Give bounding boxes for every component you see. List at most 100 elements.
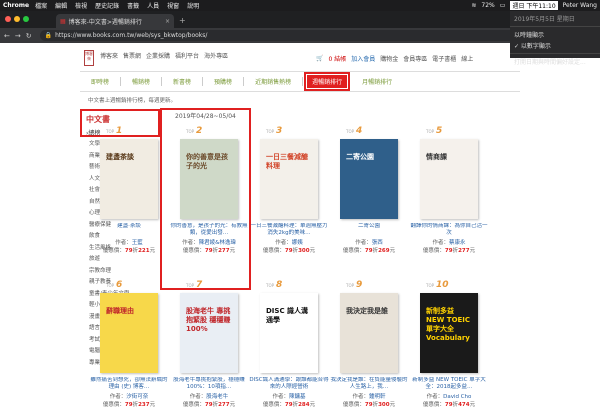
menu-file[interactable]: 檔案 [35, 1, 47, 10]
sidebar-heading[interactable]: 中文書 [86, 114, 158, 125]
subnav-monthly[interactable]: 月暢銷排行 [351, 77, 403, 86]
shopping-credit-link[interactable]: 購物金 [380, 54, 398, 63]
book-title[interactable]: 我決定我是誰：在負能量侵襲的人生路上，我… [329, 377, 409, 391]
ranking-subnav: 即時榜 暢銷榜 新書榜 預購榜 近期銷售熱榜 週暢銷排行 月暢銷排行 [80, 71, 520, 91]
ebook-shelf-link[interactable]: 電子書櫃 [432, 54, 456, 63]
rank-label: TOP [106, 129, 115, 134]
update-note: ，每週更新。 [143, 98, 177, 104]
battery-text[interactable]: 72% [481, 2, 494, 9]
book-price: 優惠價：79折300元 [249, 246, 329, 254]
menu-edit[interactable]: 編輯 [55, 1, 67, 10]
cover-text: 二寄公園 [346, 153, 374, 161]
book-price: 優惠價：79折221元 [89, 246, 169, 254]
site-logo[interactable]: 博客來 [84, 50, 94, 66]
new-tab-icon[interactable]: + [179, 16, 186, 25]
menubar-clock[interactable]: 週日 下午11:10 [510, 1, 558, 10]
book-title[interactable]: DISC識人溝通學：跟誰都能合得來的人際經營術 [249, 377, 329, 391]
minimize-window-icon[interactable] [14, 16, 20, 22]
wifi-icon[interactable]: ≋ [471, 2, 476, 9]
book-cover[interactable]: 二寄公園 [340, 139, 398, 219]
discount: 79 [444, 402, 453, 408]
menu-window[interactable]: 視窗 [167, 1, 179, 10]
book-author: 作者：鍾明軒 [329, 392, 409, 400]
book-cover[interactable]: 新制多益 NEW TOEIC 單字大全 Vocabulary [420, 293, 478, 373]
clock-open-preferences[interactable]: 打開日期與時間偏好設定... [510, 56, 600, 67]
book-price: 優惠價：79折284元 [249, 400, 329, 408]
reload-icon[interactable]: ↻ [26, 32, 32, 40]
close-window-icon[interactable] [5, 16, 11, 22]
book-title[interactable]: 雖然痛苦到想死，卻無法辭職的理由 (史) 博客… [89, 377, 169, 391]
rank-badge: TOP 1 [89, 126, 169, 136]
subnav-preorder[interactable]: 預購榜 [203, 76, 245, 86]
price-value: 277 [218, 402, 230, 408]
window-controls [5, 16, 29, 22]
clock-option-digital[interactable]: ✓ 以數字顯示 [510, 40, 600, 51]
sidebar-item[interactable]: 宗教命理 [89, 266, 160, 278]
address-bar[interactable]: 🔒 https://www.books.com.tw/web/sys_bkwto… [39, 30, 560, 41]
member-area-link[interactable]: 會員專區 [403, 54, 427, 63]
menu-people[interactable]: 人員 [147, 1, 159, 10]
book-card: TOP 8 DISC 識人溝通學 DISC識人溝通學：跟誰都能合得來的人際經營術 作者：… [249, 280, 329, 408]
site-top-nav: 博客來 售票網 企業採購 福利平台 海外專區 [100, 51, 228, 60]
book-price: 優惠價：79折277元 [169, 400, 249, 408]
book-price: 優惠價：79折277元 [409, 246, 489, 254]
discount: 79 [124, 402, 133, 408]
book-cover[interactable]: 我決定我是誰 [340, 293, 398, 373]
menu-help[interactable]: 說明 [187, 1, 199, 10]
rank-badge: TOP 10 [409, 280, 489, 290]
book-cover[interactable]: 股海老牛 專挑抱緊股 穩穩賺100% [180, 293, 238, 373]
rank-number: 4 [356, 126, 363, 136]
app-name[interactable]: Chrome [3, 2, 29, 9]
topnav-tickets[interactable]: 售票網 [123, 51, 141, 60]
book-title[interactable]: 二寄公園 [329, 223, 409, 237]
topnav-books[interactable]: 博客來 [100, 51, 118, 60]
book-price: 優惠價：79折269元 [329, 246, 409, 254]
book-cover[interactable]: 一日三餐減醣料理 [260, 139, 318, 219]
clock-option-analog[interactable]: 以時鐘顯示 [510, 29, 600, 40]
topnav-enterprise[interactable]: 企業採購 [146, 51, 170, 60]
topnav-welfare[interactable]: 福利平台 [175, 51, 199, 60]
book-author: 作者：張西 [329, 238, 409, 246]
book-cover[interactable]: DISC 識人溝通學 [260, 293, 318, 373]
battery-icon[interactable]: ▭ [500, 2, 506, 9]
subnav-weekly[interactable]: 週暢銷排行 [304, 71, 351, 91]
zoom-window-icon[interactable] [23, 16, 29, 22]
cart-checkout-link[interactable]: 0 結帳 [328, 54, 346, 63]
book-cover[interactable]: 建盞茶談 [100, 139, 158, 219]
book-card: TOP 9 我決定我是誰 我決定我是誰：在負能量侵襲的人生路上，我… 作者：鍾明軒 優惠價… [329, 280, 409, 408]
book-title[interactable]: 股海老牛專挑抱緊股，穩穩賺100%：10項指… [169, 377, 249, 391]
cover-text: 股海老牛 專挑抱緊股 穩穩賺100% [186, 307, 231, 333]
price-unit: 元 [309, 402, 316, 408]
tab-close-icon[interactable]: × [165, 18, 170, 25]
price-value: 269 [378, 248, 390, 254]
cart-icon[interactable]: 🛒 [316, 55, 323, 62]
menu-history[interactable]: 歷史記錄 [95, 1, 119, 10]
join-member-link[interactable]: 加入會員 [351, 54, 375, 63]
book-cover[interactable]: 辭職理由 [100, 293, 158, 373]
subnav-new[interactable]: 新書榜 [162, 76, 204, 86]
menu-separator [510, 53, 600, 54]
url-text: https://www.books.com.tw/web/sys_bkwtop/… [55, 32, 208, 39]
back-icon[interactable]: ← [4, 32, 10, 40]
subnav-recent-hot[interactable]: 近期銷售熱榜 [244, 76, 304, 86]
book-title[interactable]: 一日三餐減醣料理：單週無壓力消失2kg的美味… [249, 223, 329, 237]
menu-bookmarks[interactable]: 書籤 [127, 1, 139, 10]
online-link[interactable]: 線上 [461, 54, 473, 63]
user-name[interactable]: Peter Wang [563, 2, 597, 9]
book-cover[interactable]: 情商課 [420, 139, 478, 219]
subnav-bestseller[interactable]: 暢銷榜 [121, 76, 163, 86]
subnav-realtime[interactable]: 即時榜 [80, 76, 122, 86]
menu-view[interactable]: 檢視 [75, 1, 87, 10]
discount: 79 [364, 248, 373, 254]
price-unit: 元 [469, 402, 476, 408]
sidebar-item[interactable]: 旅遊 [89, 254, 160, 266]
discount: 79 [284, 248, 293, 254]
forward-icon[interactable]: → [15, 32, 21, 40]
rank-label: TOP [346, 283, 355, 288]
topnav-overseas[interactable]: 海外專區 [204, 51, 228, 60]
book-card: TOP 7 股海老牛 專挑抱緊股 穩穩賺100% 股海老牛專挑抱緊股，穩穩賺100%：… [169, 280, 249, 408]
book-title[interactable]: 建盞‧茶談 [89, 223, 169, 237]
book-title[interactable]: 新制多益 NEW TOEIC 單字大全：2018起多益… [409, 377, 489, 391]
book-title[interactable]: 翻譯你的情商課：為你自己活一次 [409, 223, 489, 237]
browser-tab[interactable]: ▦ 博客來-中文書>週暢銷排行 × [56, 14, 174, 28]
